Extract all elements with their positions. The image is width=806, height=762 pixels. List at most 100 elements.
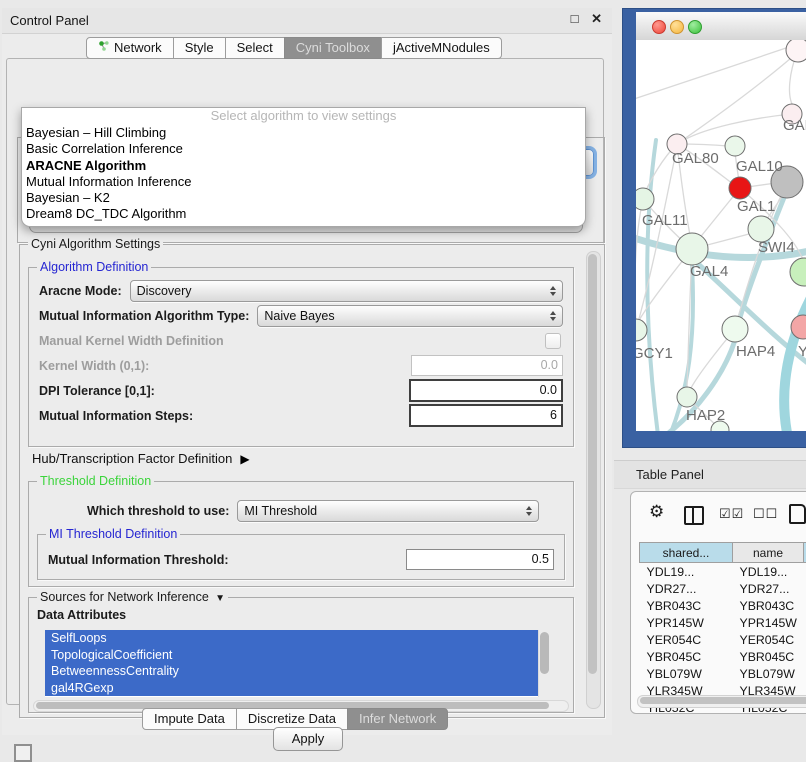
table-row[interactable]: YBR043CYBR043C	[640, 597, 806, 614]
node-label: Y	[798, 343, 806, 360]
table-row[interactable]: YER054CYER054C8.	[640, 631, 806, 648]
control-panel-tabs: NetworkStyleSelectCyni Toolbox jActiveMNo…	[86, 37, 502, 59]
table-cell: YDL19...	[733, 563, 804, 581]
table-cell: YBL079W	[733, 665, 804, 682]
dpi-tolerance-input[interactable]: 0.0	[409, 379, 563, 402]
tab-style[interactable]: Style	[173, 37, 226, 59]
tab-impute-data[interactable]: Impute Data	[142, 708, 237, 730]
mi-type-select[interactable]: Naive Bayes	[257, 305, 563, 327]
cyni-settings-legend: Cyni Algorithm Settings	[28, 237, 163, 251]
table-row[interactable]: YBR045CYBR045C9.	[640, 648, 806, 665]
table-row[interactable]: YPR145WYPR145W9.	[640, 614, 806, 631]
tab-jactivemnodules[interactable]: jActiveMNodules	[381, 37, 502, 59]
sources-legend-text: Sources for Network Inference	[40, 590, 209, 604]
select-none-unchecked-icon[interactable]: ☐☐	[753, 506, 778, 522]
table-row[interactable]: YDL19...YDL19...13	[640, 563, 806, 581]
table-cell: YBR043C	[733, 597, 804, 614]
node-label: GAL11	[642, 212, 688, 229]
table-row[interactable]: YDR27...YDR27...12	[640, 580, 806, 597]
mi-threshold-input[interactable]: 0.5	[406, 549, 554, 570]
settings-scrollbar-thumb[interactable]	[588, 254, 597, 674]
tab-label: jActiveMNodules	[393, 40, 490, 55]
zoom-traffic-light-icon[interactable]	[688, 20, 702, 34]
select-all-checked-icon[interactable]: ☑☑	[719, 506, 744, 522]
table-cell: YBR045C	[733, 648, 804, 665]
attributes-scrollbar-thumb[interactable]	[540, 632, 549, 674]
algorithm-option[interactable]: ARACNE Algorithm	[22, 158, 585, 174]
cyni-algorithm-settings-group: Cyni Algorithm Settings Algorithm Defini…	[19, 244, 605, 718]
node-label: GAL80	[672, 150, 719, 167]
mi-steps-label: Mutual Information Steps:	[39, 409, 193, 423]
float-window-icon[interactable]: □	[571, 11, 579, 26]
table-cell: YER054C	[640, 631, 733, 648]
mi-threshold-label: Mutual Information Threshold:	[48, 553, 229, 567]
kernel-width-input[interactable]: 0.0	[411, 355, 563, 376]
attribute-item[interactable]: gal4RGexp	[45, 680, 538, 697]
aracne-mode-value: Discovery	[137, 284, 550, 298]
threshold-definition-legend: Threshold Definition	[37, 474, 154, 488]
combo-stepper-icon	[550, 311, 556, 321]
network-window-titlebar[interactable]	[636, 12, 806, 40]
kernel-width-label: Kernel Width (0,1):	[39, 359, 149, 373]
algorithm-option[interactable]: Dream8 DC_TDC Algorithm	[22, 206, 585, 222]
close-panel-icon[interactable]: ✕	[591, 11, 602, 26]
manual-kernel-label: Manual Kernel Width Definition	[39, 334, 224, 348]
hub-definition-expander[interactable]: Hub/Transcription Factor Definition ▶	[32, 451, 250, 466]
table-cell: YPR145W	[733, 614, 804, 631]
algorithm-definition-group: Algorithm Definition Aracne Mode: Discov…	[28, 267, 574, 447]
network-node-gal11[interactable]	[636, 188, 654, 210]
node-label: GAL	[783, 117, 806, 134]
table-row[interactable]: YBL079WYBL079W	[640, 665, 806, 682]
tab-cyni-toolbox[interactable]: Cyni Toolbox	[284, 37, 382, 59]
node-label: GAL10	[736, 158, 783, 175]
network-node-gcy1[interactable]	[636, 319, 647, 341]
table-hscrollbar-thumb[interactable]	[640, 697, 806, 704]
algorithm-option[interactable]: Bayesian – Hill Climbing	[22, 125, 585, 141]
collapsed-panel-button[interactable]	[14, 744, 32, 762]
network-node-gal1[interactable]	[729, 177, 751, 199]
attribute-item[interactable]: SelfLoops	[45, 630, 538, 647]
table-cell: YPR145W	[640, 614, 733, 631]
algorithm-option[interactable]: Mutual Information Inference	[22, 174, 585, 190]
tab-network[interactable]: Network	[86, 37, 174, 59]
network-node-hap4[interactable]	[722, 316, 748, 342]
tab-infer-network[interactable]: Infer Network	[347, 708, 448, 730]
sources-legend[interactable]: Sources for Network Inference ▼	[37, 590, 228, 604]
aracne-mode-label: Aracne Mode:	[39, 284, 122, 298]
settings-gear-icon[interactable]: ⚙	[649, 502, 664, 522]
table-cell: YDR27...	[640, 580, 733, 597]
cyni-toolbox-panel: galFiltered.sif default node Select algo…	[6, 58, 604, 705]
algorithm-option[interactable]: Bayesian – K2	[22, 190, 585, 206]
tab-select[interactable]: Select	[225, 37, 285, 59]
expand-right-icon: ▶	[240, 452, 249, 466]
algorithm-definition-legend: Algorithm Definition	[37, 260, 151, 274]
table-hscrollbar[interactable]	[637, 695, 806, 708]
attributes-scrollbar[interactable]	[538, 630, 551, 697]
attribute-item[interactable]: TopologicalCoefficient	[45, 647, 538, 664]
settings-scrollbar[interactable]	[586, 251, 601, 709]
network-node[interactable]	[790, 258, 806, 286]
algorithm-dropdown-popup: Select algorithm to view settings Bayesi…	[21, 107, 586, 227]
table-cell: YBL079W	[640, 665, 733, 682]
split-columns-icon[interactable]	[684, 506, 704, 525]
network-node[interactable]	[786, 40, 806, 62]
which-threshold-select[interactable]: MI Threshold	[237, 500, 539, 522]
network-node-gal10[interactable]	[725, 136, 745, 156]
column-header[interactable]: name	[733, 543, 804, 563]
data-attributes-label: Data Attributes	[37, 608, 126, 622]
algorithm-option[interactable]: Basic Correlation Inference	[22, 141, 585, 157]
node-label: HAP2	[686, 407, 725, 424]
attribute-item[interactable]: BetweennessCentrality	[45, 663, 538, 680]
apply-button[interactable]: Apply	[273, 727, 343, 751]
network-canvas[interactable]: GALGAL80GAL10GAL1GAL11SWI4GAL4GCY1HAP4YH…	[636, 40, 806, 431]
manual-kernel-checkbox[interactable]	[545, 333, 561, 349]
file-icon[interactable]	[789, 504, 806, 524]
minimize-traffic-light-icon[interactable]	[670, 20, 684, 34]
column-header[interactable]: shared...	[640, 543, 733, 563]
aracne-mode-select[interactable]: Discovery	[130, 280, 563, 302]
close-traffic-light-icon[interactable]	[652, 20, 666, 34]
network-node-gal4[interactable]	[676, 233, 708, 265]
mi-steps-input[interactable]: 6	[409, 404, 563, 427]
network-node-hap2[interactable]	[677, 387, 697, 407]
tab-label: Infer Network	[359, 711, 436, 726]
